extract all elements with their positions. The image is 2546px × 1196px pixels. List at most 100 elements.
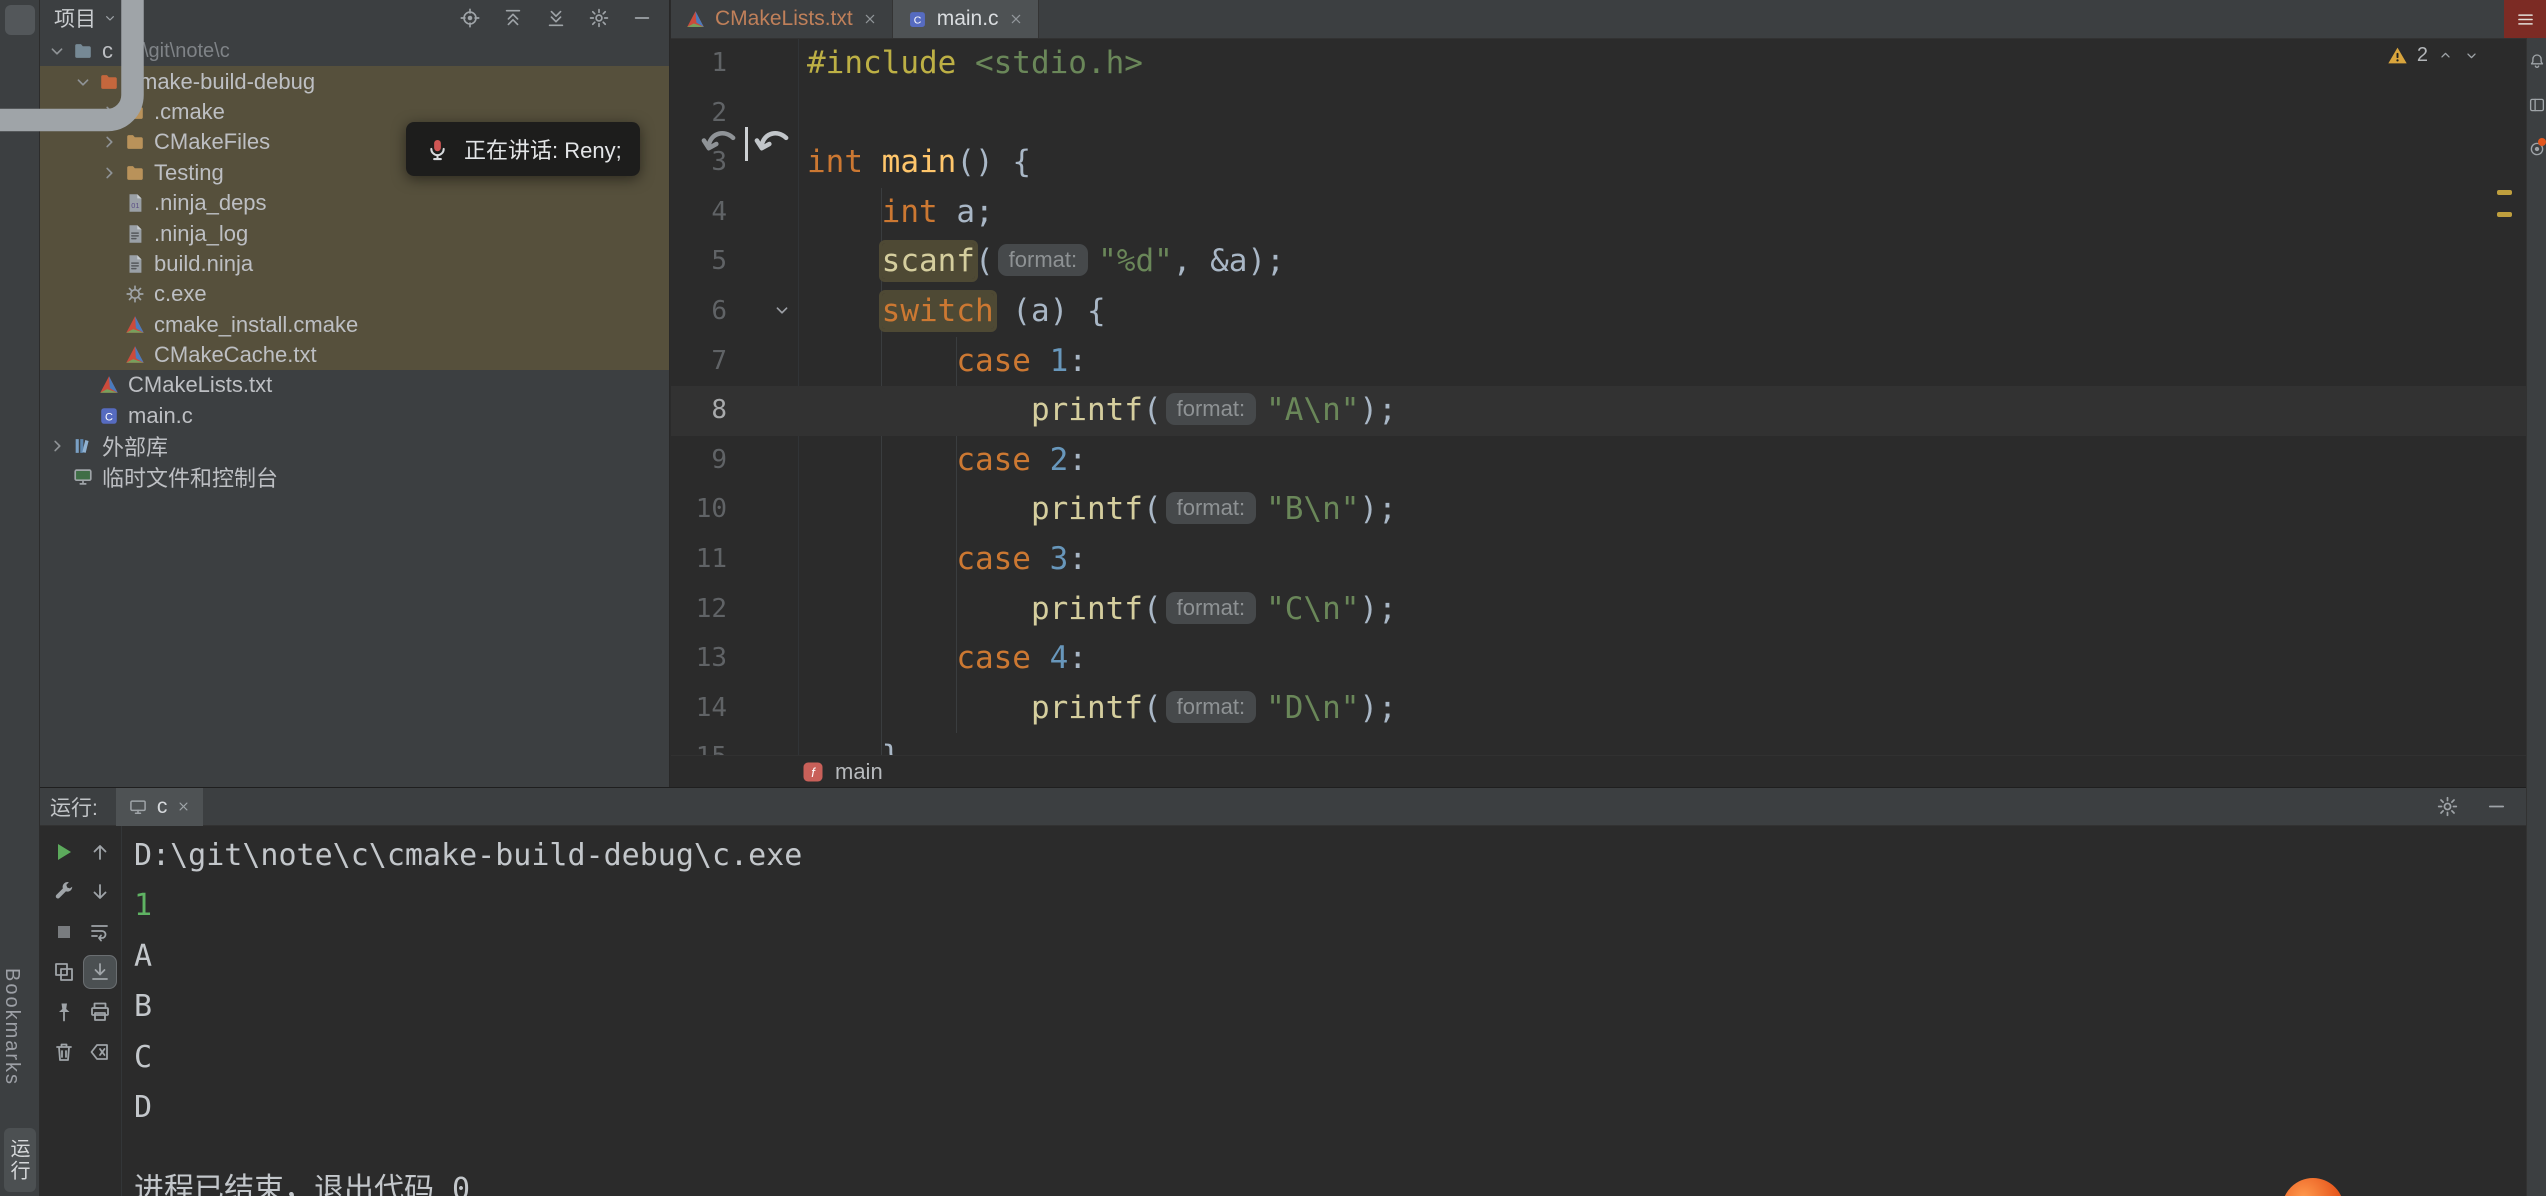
run-console[interactable]: D:\git\note\c\cmake-build-debug\c.exe1AB… <box>122 826 2526 1196</box>
project-panel-toolbar <box>459 7 653 29</box>
c-file-icon: C <box>98 405 120 427</box>
chevron-up-icon[interactable] <box>2437 47 2454 64</box>
code-line[interactable]: 4 int a; <box>671 188 2526 238</box>
breadcrumb-item[interactable]: main <box>835 759 883 785</box>
line-number: 12 <box>671 585 727 635</box>
clear-icon[interactable] <box>88 1040 112 1064</box>
code-text: } <box>807 733 900 755</box>
layout-icon[interactable] <box>2528 96 2546 114</box>
code-line[interactable]: 2 <box>671 89 2526 139</box>
settings-icon[interactable] <box>2436 795 2459 818</box>
editor-tab[interactable]: Cmain.c <box>893 0 1039 38</box>
tree-item[interactable]: CMakeLists.txt <box>40 370 669 400</box>
code-line[interactable]: 9 case 2: <box>671 436 2526 486</box>
code-line[interactable]: 6 switch (a) { <box>671 287 2526 337</box>
file-binary-icon: 01 <box>124 192 146 214</box>
stack-icon[interactable] <box>52 960 76 984</box>
tree-item[interactable]: .ninja_log <box>40 218 669 248</box>
code-line[interactable]: 11 case 3: <box>671 535 2526 585</box>
run-stripe-button[interactable]: 运行 <box>4 1128 36 1192</box>
svg-text:C: C <box>913 14 921 26</box>
expand-all-icon[interactable] <box>545 7 567 29</box>
code-text: scanf(format:"%d", &a); <box>807 237 1285 287</box>
notification-badge <box>2538 138 2546 146</box>
run-tab-c[interactable]: c <box>116 788 204 826</box>
code-line[interactable]: 13 case 4: <box>671 634 2526 684</box>
code-line[interactable]: 8 printf(format:"A\n"); <box>671 386 2526 436</box>
tree-item[interactable]: cmake_install.cmake <box>40 310 669 340</box>
code-text: #include <stdio.h> <box>807 39 1143 89</box>
circle-dot-icon[interactable] <box>2528 140 2546 158</box>
right-tool-stripe <box>2526 0 2546 1196</box>
line-number: 5 <box>671 237 727 287</box>
code-line[interactable]: 3int main() { <box>671 138 2526 188</box>
tree-item[interactable]: 临时文件和控制台 <box>40 461 669 491</box>
tree-indent-spacer <box>46 466 68 488</box>
code-text: printf(format:"C\n"); <box>807 585 1397 635</box>
line-number: 1 <box>671 39 727 89</box>
project-stripe-button[interactable] <box>5 5 35 35</box>
settings-icon[interactable] <box>588 7 610 29</box>
close-icon[interactable] <box>1008 11 1024 27</box>
tree-indent-spacer <box>98 283 120 305</box>
warning-icon <box>2387 45 2408 66</box>
bell-icon[interactable] <box>2528 52 2546 70</box>
code-line[interactable]: 5 scanf(format:"%d", &a); <box>671 237 2526 287</box>
tree-item[interactable]: 01.ninja_deps <box>40 188 669 218</box>
bookmarks-stripe-button[interactable]: Bookmarks <box>0 968 40 1086</box>
wrench-icon[interactable] <box>52 880 76 904</box>
editor-tab-bar: CMakeLists.txtCmain.c <box>671 0 2526 39</box>
tree-item-label: main.c <box>128 403 193 429</box>
tree-item[interactable]: build.ninja <box>40 249 669 279</box>
console-output-line: D <box>134 1088 152 1128</box>
line-number: 15 <box>671 733 727 755</box>
speaking-overlay: 正在讲话: Reny; <box>406 122 640 176</box>
left-tool-stripe: Bookmarks 运行 <box>0 0 40 1196</box>
stop-icon[interactable] <box>52 920 76 944</box>
down-icon[interactable] <box>88 880 112 904</box>
tree-item-label: 外部库 <box>102 430 168 462</box>
up-icon[interactable] <box>88 840 112 864</box>
pin-icon[interactable] <box>52 1000 76 1024</box>
code-line[interactable]: 10 printf(format:"B\n"); <box>671 485 2526 535</box>
editor[interactable]: 2 1#include <stdio.h>23int main() {4 int… <box>671 39 2526 755</box>
editor-tab[interactable]: CMakeLists.txt <box>671 0 893 38</box>
line-number: 7 <box>671 337 727 387</box>
code-line[interactable]: 1 #include <stdio.h> <box>671 39 2526 89</box>
hide-icon[interactable] <box>631 7 653 29</box>
line-number: 10 <box>671 485 727 535</box>
play-icon[interactable] <box>52 840 76 864</box>
overlay-menu-button[interactable] <box>2504 0 2546 38</box>
tree-item[interactable]: CMakeCache.txt <box>40 340 669 370</box>
inspections-widget[interactable]: 2 <box>2387 44 2480 67</box>
scroll-end-icon[interactable] <box>88 960 112 984</box>
collapse-all-icon[interactable] <box>502 7 524 29</box>
chevron-down-icon[interactable] <box>2463 47 2480 64</box>
tree-item[interactable]: 外部库 <box>40 431 669 461</box>
code-line[interactable]: 12 printf(format:"C\n"); <box>671 585 2526 635</box>
file-text-icon <box>124 223 146 245</box>
code-line[interactable]: 7 case 1: <box>671 337 2526 387</box>
svg-text:C: C <box>105 411 113 423</box>
locate-icon[interactable] <box>459 7 481 29</box>
code-line[interactable]: 14 printf(format:"D\n"); <box>671 684 2526 734</box>
line-number: 13 <box>671 634 727 684</box>
wrap-icon[interactable] <box>88 920 112 944</box>
chevron-right-icon[interactable] <box>46 435 68 457</box>
svg-text:01: 01 <box>131 201 139 210</box>
console-output-line: D:\git\note\c\cmake-build-debug\c.exe <box>134 836 802 876</box>
line-number: 4 <box>671 188 727 238</box>
line-number: 9 <box>671 436 727 486</box>
close-icon[interactable] <box>862 11 878 27</box>
tree-item-label: cmake_install.cmake <box>154 312 358 338</box>
hide-icon[interactable] <box>2485 795 2508 818</box>
lib-icon <box>72 435 94 457</box>
printer-icon[interactable] <box>88 1000 112 1024</box>
close-icon[interactable] <box>176 799 191 814</box>
tree-item[interactable]: c.exe <box>40 279 669 309</box>
tree-indent-spacer <box>72 405 94 427</box>
console-output-line: 进程已结束，退出代码 0 <box>134 1170 470 1196</box>
trash-icon[interactable] <box>52 1040 76 1064</box>
code-line[interactable]: 15 } <box>671 733 2526 755</box>
tree-item[interactable]: Cmain.c <box>40 401 669 431</box>
